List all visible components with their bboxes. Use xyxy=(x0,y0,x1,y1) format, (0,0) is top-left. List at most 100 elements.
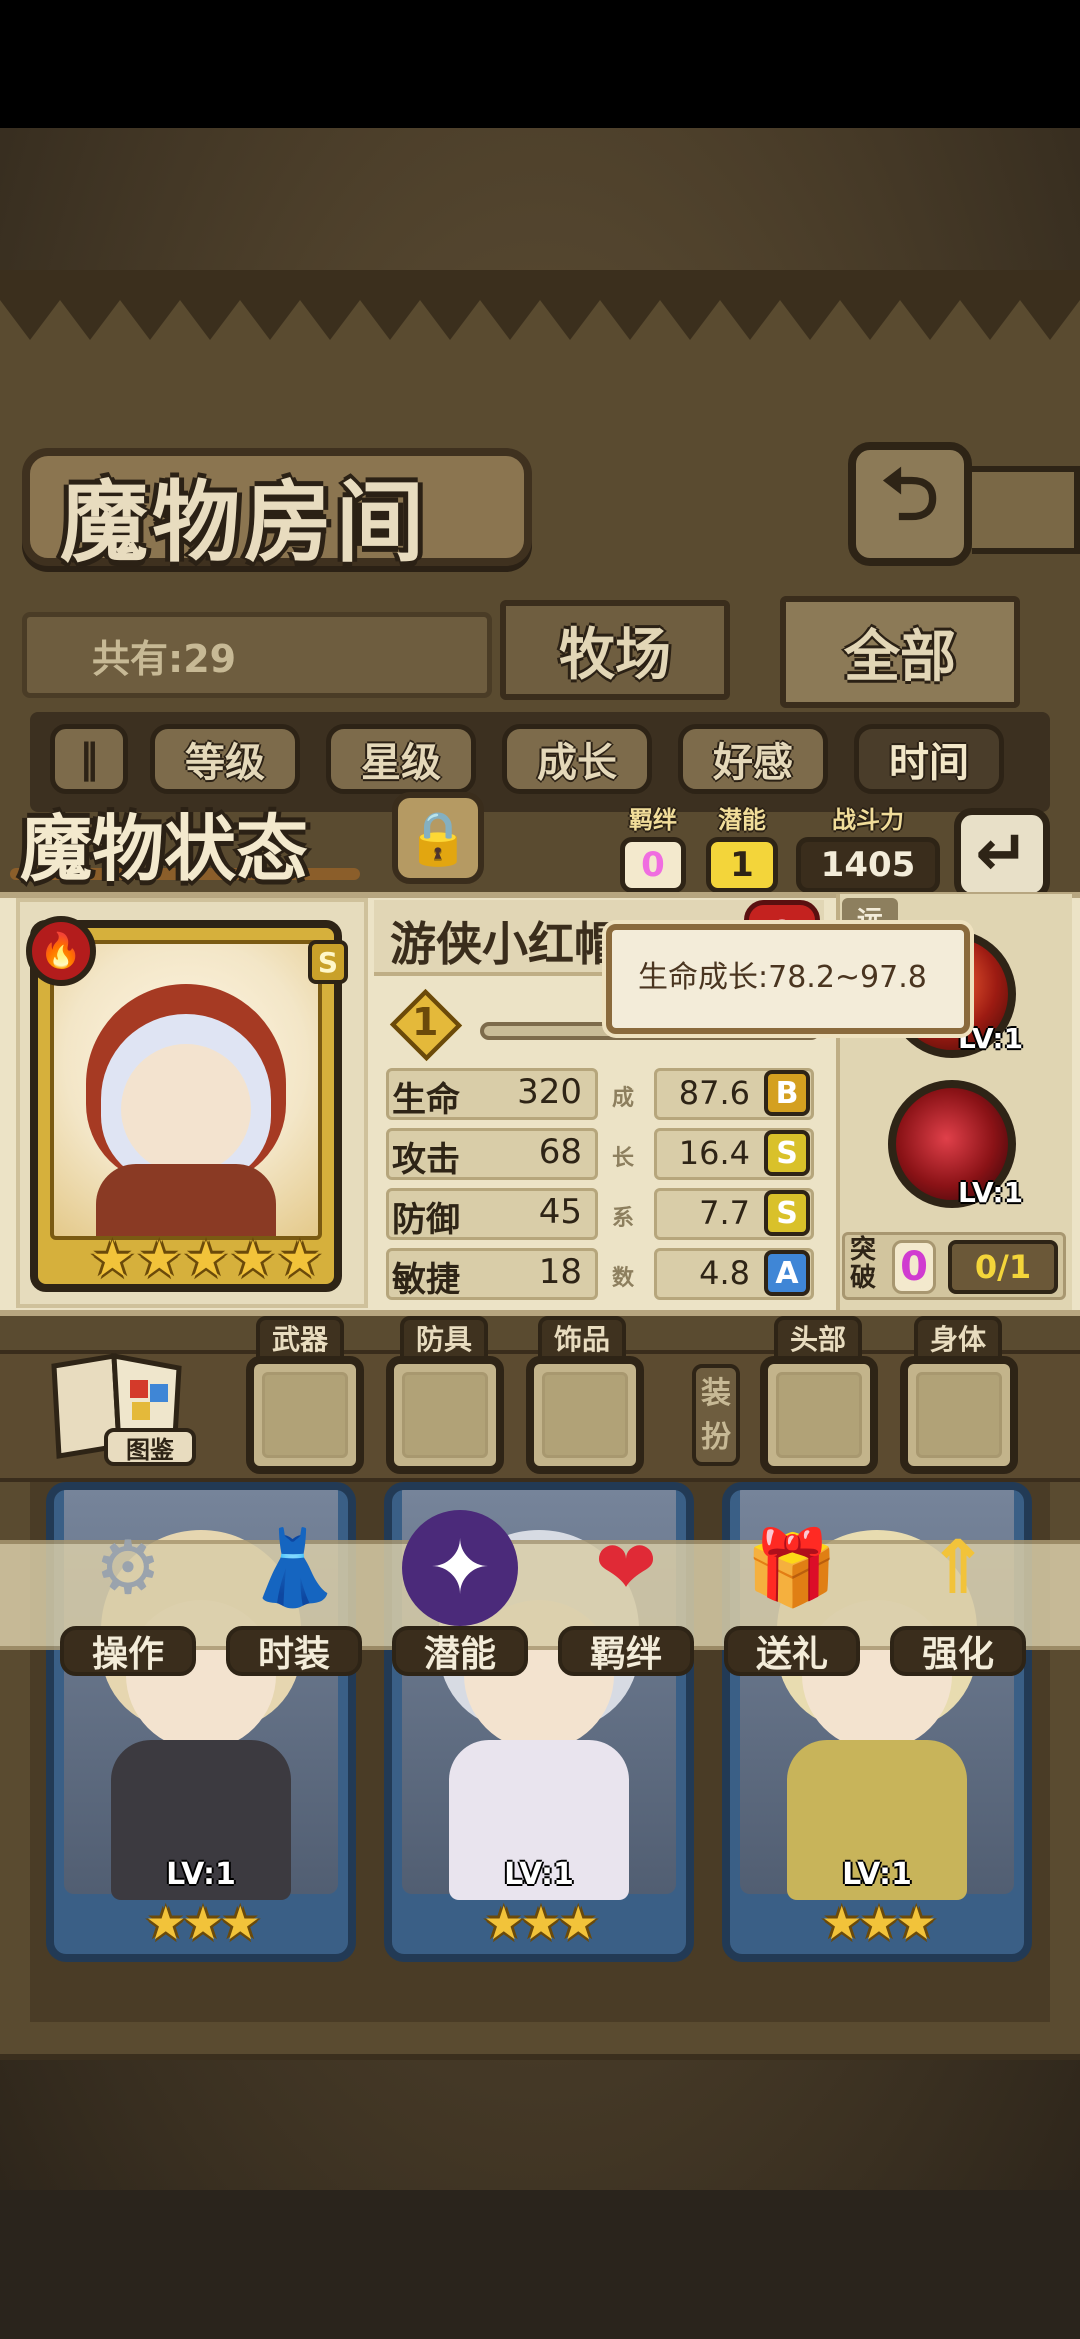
bond-label: 羁绊 xyxy=(629,806,677,834)
slot-inner xyxy=(402,1372,488,1458)
slot-inner xyxy=(542,1372,628,1458)
upgrade-arrows-icon: ⇑ xyxy=(926,1525,989,1611)
head-slot[interactable] xyxy=(760,1356,878,1474)
bond-stat: 羁绊 0 xyxy=(620,800,686,893)
breakthrough-label: 突破 xyxy=(850,1235,877,1293)
grade-badge: A xyxy=(764,1250,810,1296)
grade-badge: B xyxy=(764,1070,810,1116)
growth-label-char: 长 xyxy=(612,1146,635,1171)
action-potential-button[interactable]: ✦ 潜能 xyxy=(392,1510,528,1676)
outfit-icon: 👗 xyxy=(247,1524,341,1611)
accessory-slot[interactable] xyxy=(526,1356,644,1474)
monster-level: LV:1 xyxy=(166,1857,236,1892)
status-title: 魔物状态 xyxy=(20,806,309,891)
action-label: 强化 xyxy=(890,1626,1026,1676)
body-slot[interactable] xyxy=(900,1356,1018,1474)
status-back-button[interactable]: ↵ xyxy=(954,808,1050,900)
dress-label: 装扮 xyxy=(692,1364,740,1466)
heart-icon: ❤ xyxy=(594,1525,657,1611)
growth-label-char: 系 xyxy=(612,1206,635,1231)
monster-stars: ★★★ xyxy=(821,1896,937,1950)
sort-time-button[interactable]: 时间 xyxy=(854,724,1004,794)
action-label: 潜能 xyxy=(392,1626,528,1676)
lock-icon: 🔒 xyxy=(405,808,471,869)
game-screen: { "room": { "title": "魔物房间", "count_text… xyxy=(0,0,1080,2339)
armor-slot[interactable] xyxy=(386,1356,504,1474)
potential-value: 1 xyxy=(706,837,778,893)
stat-label: 攻击 xyxy=(392,1140,460,1180)
action-outfit-button[interactable]: 👗 时装 xyxy=(226,1510,362,1676)
skill-level: LV:1 xyxy=(958,1176,1024,1209)
bottom-shadow xyxy=(0,2190,1080,2339)
grade-badge: S xyxy=(764,1190,810,1236)
star-icon: ★ xyxy=(230,1230,276,1288)
potential-icon: ✦ xyxy=(402,1510,518,1626)
slot-inner xyxy=(916,1372,1002,1458)
growth-value: 7.7 xyxy=(699,1194,750,1232)
action-label: 操作 xyxy=(60,1626,196,1676)
slot-label-head: 头部 xyxy=(774,1316,863,1360)
growth-value: 4.8 xyxy=(699,1254,750,1292)
slot-inner xyxy=(262,1372,348,1458)
gear-icon: ⚙ xyxy=(94,1525,162,1611)
star-icon: ★ xyxy=(90,1230,135,1288)
room-back-button[interactable]: ⮌ xyxy=(848,442,972,566)
slot-label-accessory: 饰品 xyxy=(538,1316,627,1360)
sort-order-toggle[interactable]: ‖ xyxy=(50,724,128,794)
star-icon: ★ xyxy=(136,1230,182,1288)
book-label: 图鉴 xyxy=(104,1428,196,1466)
sort-level-button[interactable]: 等级 xyxy=(150,724,300,794)
slot-label-armor: 防具 xyxy=(400,1316,489,1360)
sort-star-button[interactable]: 星级 xyxy=(326,724,476,794)
stat-value: 18 xyxy=(538,1252,582,1292)
stat-value: 45 xyxy=(538,1192,582,1232)
slot-label-weapon: 武器 xyxy=(256,1316,345,1360)
stat-value: 68 xyxy=(538,1132,582,1172)
action-operate-button[interactable]: ⚙ 操作 xyxy=(60,1510,196,1676)
grade-badge: S xyxy=(764,1130,810,1176)
action-label: 羁绊 xyxy=(558,1626,694,1676)
breakthrough-progress[interactable]: 0/1 xyxy=(948,1240,1058,1294)
action-label: 送礼 xyxy=(724,1626,860,1676)
rank-badge: S xyxy=(308,940,348,984)
pause-icon: ‖ xyxy=(79,736,99,782)
tab-pasture[interactable]: 牧场 xyxy=(500,600,730,700)
monster-count: 共有:29 xyxy=(92,637,237,681)
back-arrow-icon: ↵ xyxy=(975,817,1029,891)
fire-icon: 🔥 xyxy=(26,916,96,986)
monster-stars: ★★★ xyxy=(145,1896,261,1950)
tab-all[interactable]: 全部 xyxy=(780,596,1020,708)
slot-label-body: 身体 xyxy=(914,1316,1003,1360)
monster-stars: ★★★ xyxy=(483,1896,599,1950)
growth-label-char: 成 xyxy=(612,1086,635,1111)
power-label: 战斗力 xyxy=(832,806,904,834)
action-upgrade-button[interactable]: ⇑ 强化 xyxy=(890,1510,1026,1676)
stat-label: 敏捷 xyxy=(392,1260,460,1300)
monster-level: LV:1 xyxy=(842,1857,912,1892)
slot-inner xyxy=(776,1372,862,1458)
zigzag-border xyxy=(0,270,1080,340)
star-level-value: 1 xyxy=(412,1000,439,1044)
sort-growth-button[interactable]: 成长 xyxy=(502,724,652,794)
action-gift-button[interactable]: 🎁 送礼 xyxy=(724,1510,860,1676)
stat-label: 防御 xyxy=(392,1200,460,1240)
growth-value: 16.4 xyxy=(678,1134,750,1172)
hero-portrait xyxy=(50,940,322,1240)
potential-label: 潜能 xyxy=(718,806,766,834)
star-icon: ★ xyxy=(183,1230,229,1288)
gift-icon: 🎁 xyxy=(745,1524,839,1611)
action-bond-button[interactable]: ❤ 羁绊 xyxy=(558,1510,694,1676)
sort-affection-button[interactable]: 好感 xyxy=(678,724,828,794)
cloak xyxy=(96,1164,276,1236)
action-label: 时装 xyxy=(226,1626,362,1676)
tooltip-text: 生命成长:78.2~97.8 xyxy=(638,960,927,995)
lock-button[interactable]: 🔒 xyxy=(392,792,484,884)
power-value: 1405 xyxy=(796,837,940,893)
growth-value: 87.6 xyxy=(678,1074,750,1112)
monster-level: LV:1 xyxy=(504,1857,574,1892)
hero-stars: ★ ★ ★ ★ ★ xyxy=(90,1234,322,1284)
power-stat: 战斗力 1405 xyxy=(796,800,940,893)
weapon-slot[interactable] xyxy=(246,1356,364,1474)
breakthrough-value: 0 xyxy=(892,1240,936,1294)
stat-label: 生命 xyxy=(392,1080,460,1120)
